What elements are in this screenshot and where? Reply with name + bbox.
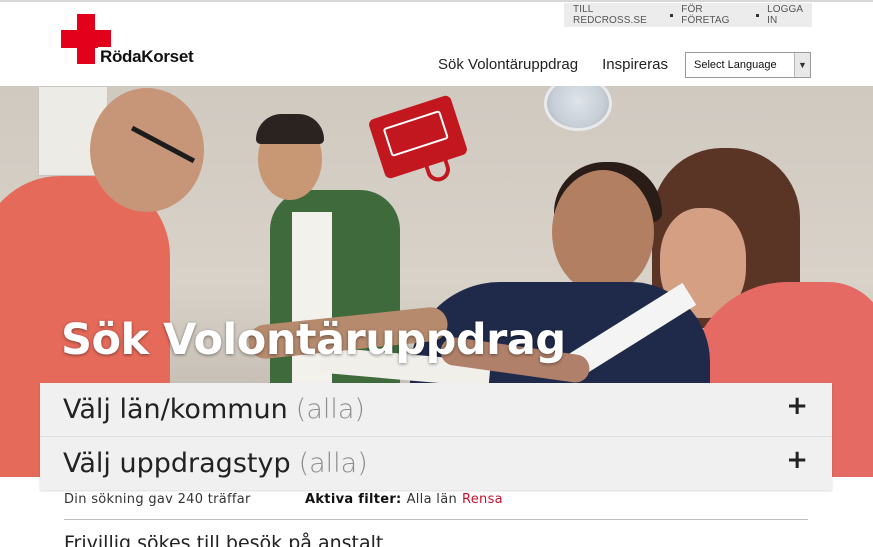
top-border [0, 0, 873, 2]
hero-bg-clock [544, 86, 612, 131]
utility-separator [670, 13, 674, 17]
active-filters-value: Alla län [406, 492, 457, 507]
nav-item-inspireras[interactable]: Inspireras [602, 56, 668, 73]
result-item-title[interactable]: Frivillig sökes till besök på anstalt [64, 532, 383, 547]
active-filters-label: Aktiva filter: [305, 492, 402, 507]
chevron-down-icon[interactable]: ▼ [794, 53, 810, 77]
hero-person [292, 212, 332, 402]
page-title: Sök Volontäruppdrag [61, 315, 566, 365]
filter-assignment-type-label: Välj uppdragstyp [63, 447, 291, 479]
divider [64, 519, 808, 520]
filter-county-label: Välj län/kommun [63, 394, 288, 425]
result-count: Din sökning gav 240 träffar [64, 492, 251, 507]
reset-filters-link[interactable]: Rensa [462, 492, 503, 507]
utility-link-foretag[interactable]: FÖR FÖRETAG [681, 4, 748, 26]
filter-assignment-type-value: (alla) [298, 447, 368, 479]
hero-person [256, 114, 324, 144]
utility-link-redcross[interactable]: TILL REDCROSS.SE [573, 4, 662, 26]
utility-separator [756, 13, 760, 17]
filter-county-value: (alla) [295, 394, 365, 425]
main-nav: Sök Volontäruppdrag Inspireras [438, 56, 692, 73]
language-select-value: Select Language [694, 59, 777, 71]
utility-link-login[interactable]: LOGGA IN [767, 4, 812, 26]
filter-county[interactable]: Välj län/kommun (alla) + [40, 383, 832, 436]
filter-assignment-type[interactable]: Välj uppdragstyp (alla) + [40, 436, 832, 489]
results-summary: Din sökning gav 240 träffar Aktiva filte… [64, 492, 808, 507]
hero-bg-first-aid-bag [367, 94, 469, 185]
site-logo[interactable]: RödaKorset [61, 14, 201, 68]
hero-person [552, 170, 654, 294]
plus-icon[interactable]: + [786, 447, 808, 473]
utility-nav: TILL REDCROSS.SE FÖR FÖRETAG LOGGA IN [564, 3, 812, 27]
filter-panel: Välj län/kommun (alla) + Välj uppdragsty… [40, 383, 832, 490]
hero-person [90, 88, 204, 212]
logo-wordmark: RödaKorset [98, 47, 196, 67]
plus-icon[interactable]: + [786, 393, 808, 419]
nav-item-sok-volontaruppdrag[interactable]: Sök Volontäruppdrag [438, 56, 578, 73]
language-select[interactable]: Select Language ▼ [685, 52, 811, 78]
